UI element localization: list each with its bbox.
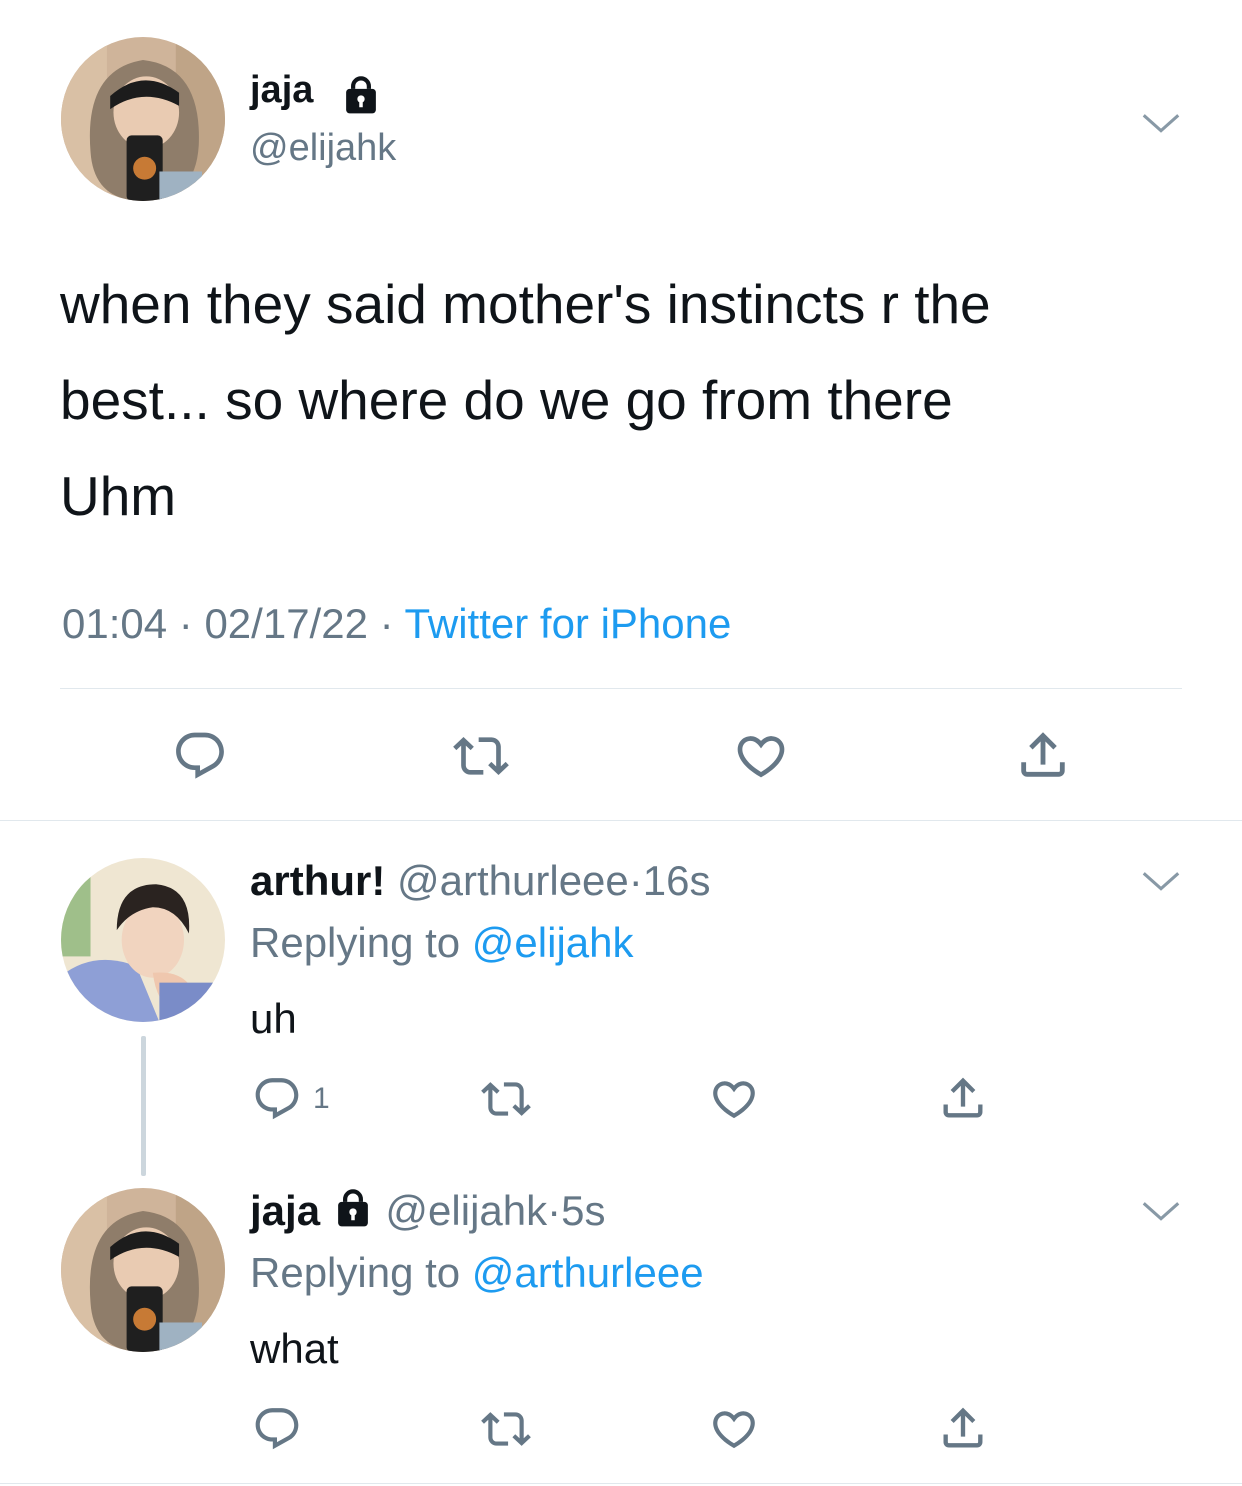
display-name[interactable]: jaja: [250, 66, 313, 114]
reply-header: arthur! @arthurleee·16s: [250, 856, 711, 906]
retweet-icon[interactable]: [451, 728, 511, 784]
tweet-source-link[interactable]: Twitter for iPhone: [405, 600, 732, 647]
reply-header: jaja @elijahk·5s: [250, 1186, 605, 1236]
heart-icon[interactable]: [732, 728, 790, 784]
tweet-text-line: Uhm: [60, 465, 177, 527]
reply-icon[interactable]: [252, 1404, 302, 1454]
share-icon[interactable]: [937, 1072, 989, 1124]
separator-dot: ·: [178, 600, 193, 647]
avatar[interactable]: [61, 37, 225, 201]
divider: [60, 688, 1182, 689]
heart-icon[interactable]: [708, 1404, 760, 1454]
reply-icon[interactable]: [172, 728, 228, 784]
share-icon[interactable]: [937, 1402, 989, 1454]
replying-to-prefix: Replying to: [250, 919, 461, 966]
avatar[interactable]: [61, 858, 225, 1022]
replying-to-prefix: Replying to: [250, 1249, 461, 1296]
separator-dot: ·: [628, 857, 643, 904]
reply-icon[interactable]: [252, 1074, 302, 1124]
thread-line: [141, 1036, 146, 1176]
replying-to-handle[interactable]: @elijahk: [472, 919, 634, 966]
heart-icon[interactable]: [708, 1074, 760, 1124]
replying-to-handle[interactable]: @arthurleee: [472, 1249, 704, 1296]
display-name[interactable]: jaja: [250, 1187, 320, 1234]
tweet-meta: 01:04 · 02/17/22 · Twitter for iPhone: [62, 598, 731, 650]
share-icon[interactable]: [1014, 726, 1072, 784]
tweet-text-line: best... so where do we go from there: [60, 369, 953, 431]
display-name[interactable]: arthur!: [250, 857, 385, 904]
tweet-text-line: when they said mother's instincts r the: [60, 273, 991, 335]
user-handle[interactable]: @arthurleee: [397, 857, 629, 904]
separator-dot: ·: [379, 600, 394, 647]
retweet-icon[interactable]: [479, 1404, 533, 1454]
timestamp: 16s: [642, 857, 711, 904]
tweet-text: when they said mother's instincts r the …: [60, 256, 1210, 544]
lock-icon: [340, 74, 382, 116]
tweet-time: 01:04: [62, 600, 168, 647]
user-handle[interactable]: @elijahk: [250, 124, 396, 172]
reply-count: 1: [313, 1082, 330, 1115]
lock-icon: [332, 1187, 374, 1229]
retweet-icon[interactable]: [479, 1074, 533, 1124]
avatar[interactable]: [61, 1188, 225, 1352]
reply-text: what: [250, 1325, 339, 1372]
section-divider: [0, 820, 1242, 821]
replying-to: Replying to @arthurleee: [250, 1248, 704, 1298]
chevron-down-icon[interactable]: [1138, 858, 1184, 909]
tweet-date: 02/17/22: [204, 600, 368, 647]
separator-dot: ·: [547, 1187, 562, 1234]
chevron-down-icon[interactable]: [1138, 100, 1184, 151]
chevron-down-icon[interactable]: [1138, 1188, 1184, 1239]
user-handle[interactable]: @elijahk: [385, 1187, 547, 1234]
bottom-divider: [0, 1483, 1242, 1484]
timestamp: 5s: [561, 1187, 606, 1234]
reply-text: uh: [250, 995, 297, 1042]
replying-to: Replying to @elijahk: [250, 918, 634, 968]
